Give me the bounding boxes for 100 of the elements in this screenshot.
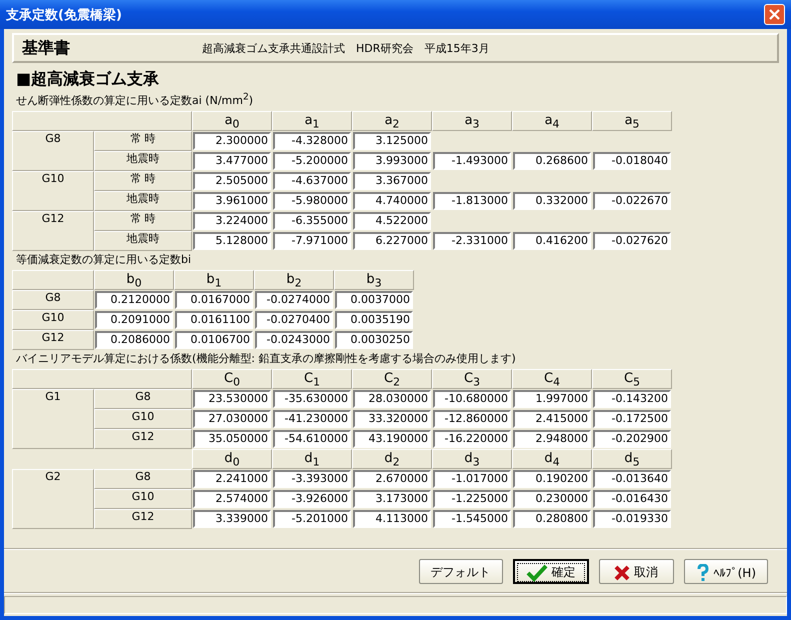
column-header: a$_{2}$ — [352, 110, 432, 131]
value-field[interactable]: 3.224000 — [193, 212, 271, 230]
value-field[interactable]: -0.202900 — [593, 430, 671, 448]
value-field[interactable]: 0.190200 — [513, 470, 591, 488]
value-field[interactable]: 35.050000 — [193, 430, 271, 448]
value-field[interactable]: -35.630000 — [273, 390, 351, 408]
column-header: d$_{2}$ — [352, 448, 432, 469]
help-icon — [696, 564, 710, 582]
value-field[interactable]: 28.030000 — [353, 390, 431, 408]
table-caption: せん断弾性係数の算定に用いる定数ai (N/mm$^{2}$) — [16, 91, 254, 108]
value-field[interactable]: -2.331000 — [433, 232, 511, 250]
value-field[interactable]: -0.0274000 — [255, 290, 333, 309]
value-field[interactable]: -0.016430 — [593, 490, 671, 508]
default-button[interactable]: デフォルト — [418, 559, 503, 584]
value-field[interactable]: 23.530000 — [193, 390, 271, 408]
help-button[interactable]: ﾍﾙﾌﾟ(H) — [684, 559, 768, 584]
value-field[interactable]: 3.367000 — [353, 172, 431, 190]
value-field[interactable]: -1.017000 — [433, 470, 511, 488]
value-field[interactable]: -5.200000 — [273, 152, 351, 170]
group-label: G8 — [12, 130, 94, 171]
value-field[interactable]: 3.173000 — [353, 490, 431, 508]
value-field[interactable]: 0.280800 — [513, 510, 591, 528]
ok-button[interactable]: 確定 — [512, 559, 589, 584]
value-field[interactable]: -1.493000 — [433, 152, 511, 170]
value-field[interactable]: -41.230000 — [273, 410, 351, 428]
value-field[interactable]: -4.637000 — [273, 172, 351, 190]
column-header: b$_{1}$ — [174, 270, 254, 290]
value-field[interactable]: 2.300000 — [193, 132, 271, 150]
value-field[interactable]: 3.961000 — [193, 192, 271, 210]
value-field[interactable]: 0.0035190 — [335, 310, 413, 329]
value-field[interactable]: -0.022670 — [593, 192, 671, 210]
value-field[interactable]: -6.355000 — [273, 212, 351, 230]
value-field[interactable]: 0.2091000 — [95, 310, 173, 329]
header-label: 基準書 — [22, 38, 71, 58]
value-field[interactable]: -0.019330 — [593, 510, 671, 528]
value-field[interactable]: -54.610000 — [273, 430, 351, 448]
value-field[interactable]: 4.740000 — [353, 192, 431, 210]
value-field[interactable]: 43.190000 — [353, 430, 431, 448]
value-field[interactable]: -0.172500 — [593, 410, 671, 428]
value-field[interactable]: 2.948000 — [513, 430, 591, 448]
check-icon — [526, 564, 548, 582]
value-field[interactable]: -1.813000 — [433, 192, 511, 210]
column-header: a$_{4}$ — [512, 110, 592, 131]
value-field[interactable]: 0.0037000 — [335, 290, 413, 309]
value-field[interactable]: -0.027620 — [593, 232, 671, 250]
value-field[interactable]: 27.030000 — [193, 410, 271, 428]
value-field[interactable]: 2.505000 — [193, 172, 271, 190]
close-button[interactable] — [764, 4, 785, 25]
column-header: b$_{2}$ — [254, 270, 334, 290]
value-field[interactable]: 5.128000 — [193, 232, 271, 250]
value-field[interactable]: -0.0243000 — [255, 330, 333, 349]
value-field[interactable]: -0.0270400 — [255, 310, 333, 329]
value-field[interactable]: 0.0030250 — [335, 330, 413, 349]
value-field[interactable]: 0.0106700 — [175, 330, 253, 349]
value-field[interactable]: 2.670000 — [353, 470, 431, 488]
value-field[interactable]: -10.680000 — [433, 390, 511, 408]
value-field[interactable]: 3.339000 — [193, 510, 271, 528]
value-field[interactable]: 3.125000 — [353, 132, 431, 150]
value-field[interactable]: 2.574000 — [193, 490, 271, 508]
value-field[interactable]: -3.926000 — [273, 490, 351, 508]
value-field[interactable]: 0.2086000 — [95, 330, 173, 349]
value-field[interactable]: 0.332000 — [513, 192, 591, 210]
value-field[interactable]: 4.522000 — [353, 212, 431, 230]
row-label: G12 — [12, 330, 94, 350]
value-field[interactable]: -3.393000 — [273, 470, 351, 488]
value-field[interactable]: 0.416200 — [513, 232, 591, 250]
value-field[interactable]: 2.241000 — [193, 470, 271, 488]
column-header: a$_{1}$ — [272, 110, 352, 131]
column-header: b$_{0}$ — [94, 270, 174, 290]
row-label: G12 — [94, 508, 192, 529]
value-field[interactable]: 1.997000 — [513, 390, 591, 408]
cancel-button[interactable]: 取消 — [598, 559, 674, 584]
value-field[interactable]: 33.320000 — [353, 410, 431, 428]
value-field[interactable]: 0.230000 — [513, 490, 591, 508]
column-header: C$_{5}$ — [592, 368, 672, 389]
value-field[interactable]: -5.980000 — [273, 192, 351, 210]
value-field[interactable]: -12.860000 — [433, 410, 511, 428]
value-field[interactable]: -1.225000 — [433, 490, 511, 508]
value-field[interactable]: 0.0167000 — [175, 290, 253, 309]
value-field[interactable]: 0.268600 — [513, 152, 591, 170]
value-field[interactable]: -1.545000 — [433, 510, 511, 528]
value-field[interactable]: -16.220000 — [433, 430, 511, 448]
value-field[interactable]: -4.328000 — [273, 132, 351, 150]
value-field[interactable]: -5.201000 — [273, 510, 351, 528]
column-header: d$_{1}$ — [272, 448, 352, 469]
value-field[interactable]: 2.415000 — [513, 410, 591, 428]
value-field[interactable]: 3.993000 — [353, 152, 431, 170]
value-field[interactable]: 0.0161100 — [175, 310, 253, 329]
value-field[interactable]: 6.227000 — [353, 232, 431, 250]
value-field[interactable]: 0.2120000 — [95, 290, 173, 309]
value-field[interactable]: -0.013640 — [593, 470, 671, 488]
value-field[interactable]: 3.477000 — [193, 152, 271, 170]
value-field[interactable]: -0.018040 — [593, 152, 671, 170]
value-field[interactable]: -7.971000 — [273, 232, 351, 250]
group-label: G10 — [12, 170, 94, 211]
window-title: 支承定数(免震橋梁) — [6, 6, 122, 24]
row-label: G8 — [12, 290, 94, 310]
value-field[interactable]: -0.143200 — [593, 390, 671, 408]
row-label: G10 — [12, 310, 94, 330]
value-field[interactable]: 4.113000 — [353, 510, 431, 528]
